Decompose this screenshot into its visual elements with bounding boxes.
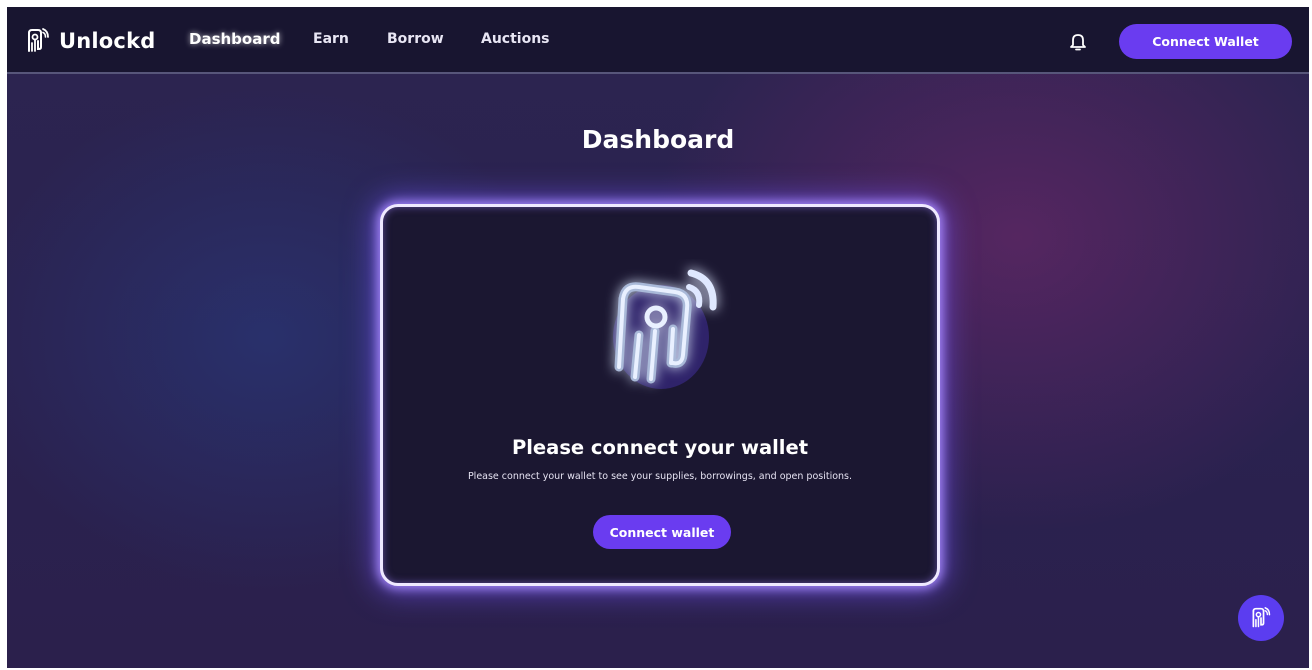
unlockd-logo-icon xyxy=(28,28,49,52)
nav-link-auctions[interactable]: Auctions xyxy=(481,31,550,47)
brand-name: Unlockd xyxy=(59,29,156,53)
bell-icon[interactable] xyxy=(1069,32,1087,52)
nav-link-dashboard[interactable]: Dashboard xyxy=(189,30,280,48)
brand-logo[interactable]: Unlockd xyxy=(25,26,155,56)
unlockd-logo-icon xyxy=(1252,607,1271,628)
page-title: Dashboard xyxy=(581,125,735,154)
connect-wallet-card-button[interactable]: Connect wallet xyxy=(593,515,731,549)
nav-link-borrow[interactable]: Borrow xyxy=(387,31,444,47)
nav-link-earn[interactable]: Earn xyxy=(313,31,349,47)
connect-wallet-button[interactable]: Connect Wallet xyxy=(1119,24,1292,59)
card-subtitle: Please connect your wallet to see your s… xyxy=(467,471,853,482)
unlockd-logo-icon xyxy=(613,269,717,389)
connect-wallet-card: Please connect your wallet Please connec… xyxy=(380,204,940,586)
floating-action-button[interactable] xyxy=(1238,595,1284,641)
top-navbar: Unlockd Dashboard Earn Borrow Auctions C… xyxy=(7,7,1309,74)
app-window: Unlockd Dashboard Earn Borrow Auctions C… xyxy=(7,7,1309,668)
card-title: Please connect your wallet xyxy=(511,436,809,459)
